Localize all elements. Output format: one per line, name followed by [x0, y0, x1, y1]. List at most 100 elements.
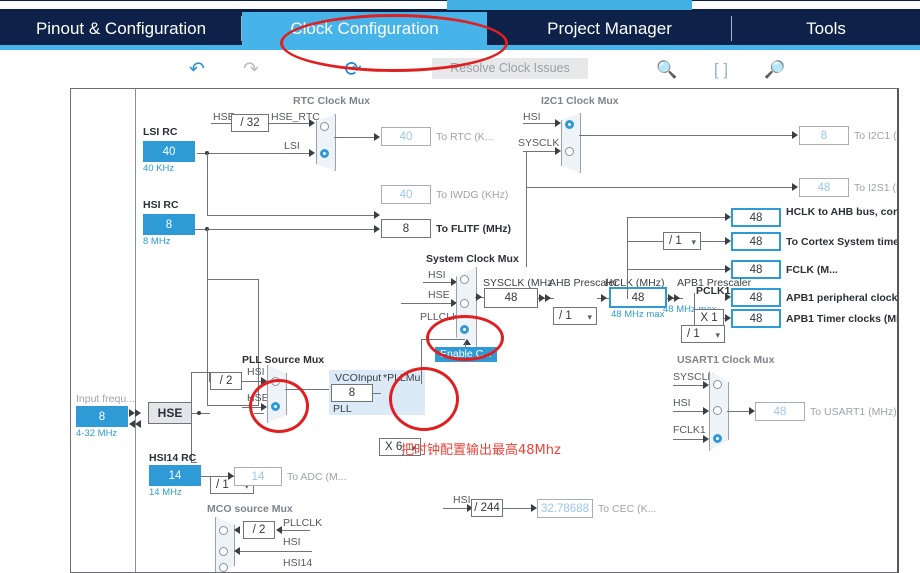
cortex-prescaler-combo[interactable]: / 1 ▾: [663, 232, 701, 250]
tab-label: Pinout & Configuration: [35, 19, 207, 38]
vco-input-value: 8: [331, 384, 373, 402]
redo-icon[interactable]: ↷: [238, 58, 264, 82]
system-mux-input-hsi-radio[interactable]: [460, 275, 469, 284]
wire: [373, 393, 381, 394]
to-usart1-label: To USART1 (MHz): [810, 406, 897, 418]
i2c1-clock-mux-title: I2C1 Clock Mux: [541, 95, 619, 107]
wire: [201, 476, 231, 477]
system-mux-hsi-label: HSI: [428, 269, 446, 281]
wire: [526, 187, 794, 188]
annotation-ellipse-system-mux: [426, 315, 504, 361]
to-adc-value: 14: [234, 467, 282, 486]
input-frequency-value[interactable]: 8: [76, 406, 128, 427]
to-rtc-value: 40: [381, 127, 431, 146]
wire-arrow: [135, 409, 141, 417]
rtc-mux-input-hse-rtc-radio[interactable]: [320, 122, 329, 131]
tab-pinout-configuration[interactable]: Pinout & Configuration: [0, 12, 242, 45]
wire: [526, 151, 527, 187]
wire: [207, 153, 208, 215]
hse-rtc-signal-label: HSE_RTC: [271, 111, 320, 123]
to-cec-label: To CEC (K...: [598, 503, 657, 515]
mco-divider: / 2: [243, 521, 275, 539]
to-i2c1-value: 8: [799, 126, 849, 145]
zoom-in-icon[interactable]: 🔍: [654, 58, 680, 82]
wire: [192, 413, 210, 414]
i2c1-mux-input-sysclk-radio[interactable]: [565, 147, 574, 156]
apb1-timer-value: 48: [731, 309, 781, 328]
wire: [191, 372, 211, 373]
wire: [207, 215, 379, 216]
cortex-timer-label: To Cortex System timer (M: [786, 236, 899, 248]
hsi14-rc-title: HSI14 RC: [149, 452, 197, 464]
hse-rtc-divider[interactable]: / 32: [231, 114, 269, 132]
ahb-prescaler-value: / 1: [559, 310, 572, 322]
hsi-rc-title: HSI RC: [143, 199, 179, 211]
tab-tools[interactable]: Tools: [732, 12, 920, 45]
i2c1-mux-input-hsi-radio[interactable]: [565, 120, 574, 129]
i2c1-hsi-label: HSI: [523, 111, 541, 123]
fit-to-screen-icon[interactable]: [ ]: [708, 58, 734, 82]
wire-arrow: [703, 407, 709, 415]
rtc-mux-input-lsi-radio[interactable]: [320, 149, 329, 158]
wire: [627, 217, 628, 299]
cortex-prescaler-value: / 1: [669, 235, 682, 247]
usart1-clock-mux-title: USART1 Clock Mux: [677, 354, 775, 366]
hclk-ahb-label: HCLK to AHB bus, core, memory and DMA (M…: [786, 206, 898, 218]
mco-mux-input-pllclk-radio[interactable]: [219, 526, 228, 535]
wire-arrow: [135, 420, 141, 428]
undo-icon[interactable]: ↶: [184, 58, 210, 82]
clock-tree-canvas[interactable]: RTC Clock Mux HSE / 32 HSE_RTC LSI LSI R…: [70, 88, 899, 573]
wire: [209, 372, 210, 382]
hsi-rc-value[interactable]: 8: [143, 214, 195, 235]
hsi14-rc-unit: 14 MHz: [149, 487, 182, 498]
hclk-value: 48: [609, 287, 667, 308]
hse-pll-div2: / 2: [210, 372, 242, 390]
wire: [269, 123, 311, 124]
annotation-ellipse-clock-configuration-tab: [280, 14, 508, 72]
ahb-prescaler-combo[interactable]: / 1 ▾: [553, 307, 597, 325]
cec-divider: / 244: [471, 499, 503, 517]
wire-arrow: [476, 293, 482, 301]
hse-block[interactable]: HSE: [148, 402, 192, 424]
wire-arrow: [674, 294, 680, 302]
mco-mux-input-hsi-radio[interactable]: [219, 547, 228, 556]
sysclk-value: 48: [484, 288, 538, 308]
input-frequency-label: Input frequ...: [76, 393, 135, 405]
apb1-periph-value: 48: [731, 288, 781, 307]
pll-group-label: PLL: [333, 403, 352, 415]
wire: [207, 279, 259, 280]
system-mux-input-hse-radio[interactable]: [460, 299, 469, 308]
i2c1-sysclk-label: SYSCLK: [518, 137, 560, 149]
usart1-mux-input-hsi-radio[interactable]: [713, 406, 722, 415]
usart1-mux-input-fclk1-radio[interactable]: [713, 434, 722, 443]
apb1-prescaler-value: / 1: [687, 328, 700, 340]
tab-label: Project Manager: [547, 19, 672, 38]
apb1-periph-label: APB1 peripheral clocks (M: [786, 292, 898, 304]
lsi-rc-value[interactable]: 40: [143, 141, 195, 162]
zoom-out-icon[interactable]: 🔎: [762, 58, 788, 82]
wire: [523, 151, 557, 152]
usart1-mux-input-sysclk-radio[interactable]: [713, 380, 722, 389]
hsi14-rc-value[interactable]: 14: [149, 465, 201, 486]
hclk-max-label: 48 MHz max: [611, 309, 665, 320]
chevron-down-icon: ▾: [691, 237, 696, 247]
to-cec-value: 32.78688: [537, 499, 593, 518]
wire-arrow: [792, 131, 798, 139]
wire-arrow: [555, 119, 561, 127]
wire-arrow: [703, 381, 709, 389]
title-strip-active-marker: [447, 0, 692, 10]
system-mux-hse-label: HSE: [428, 289, 450, 301]
apb1-prescaler-combo[interactable]: / 1 ▾: [681, 325, 725, 343]
canvas-left-divider: [135, 89, 136, 572]
to-iwdg-label: To IWDG (KHz): [436, 189, 509, 201]
wire-arrow: [234, 526, 240, 534]
system-clock-mux-title: System Clock Mux: [426, 253, 519, 265]
wire-arrow: [555, 147, 561, 155]
tab-project-manager[interactable]: Project Manager: [487, 12, 732, 45]
mco-hsi-label: HSI: [283, 536, 301, 548]
hclk-ahb-value: 48: [731, 208, 781, 227]
to-flitf-value: 8: [381, 219, 431, 238]
pll-source-mux-title: PLL Source Mux: [242, 354, 325, 366]
to-usart1-value: 48: [755, 402, 805, 421]
to-iwdg-value: 40: [381, 185, 431, 204]
